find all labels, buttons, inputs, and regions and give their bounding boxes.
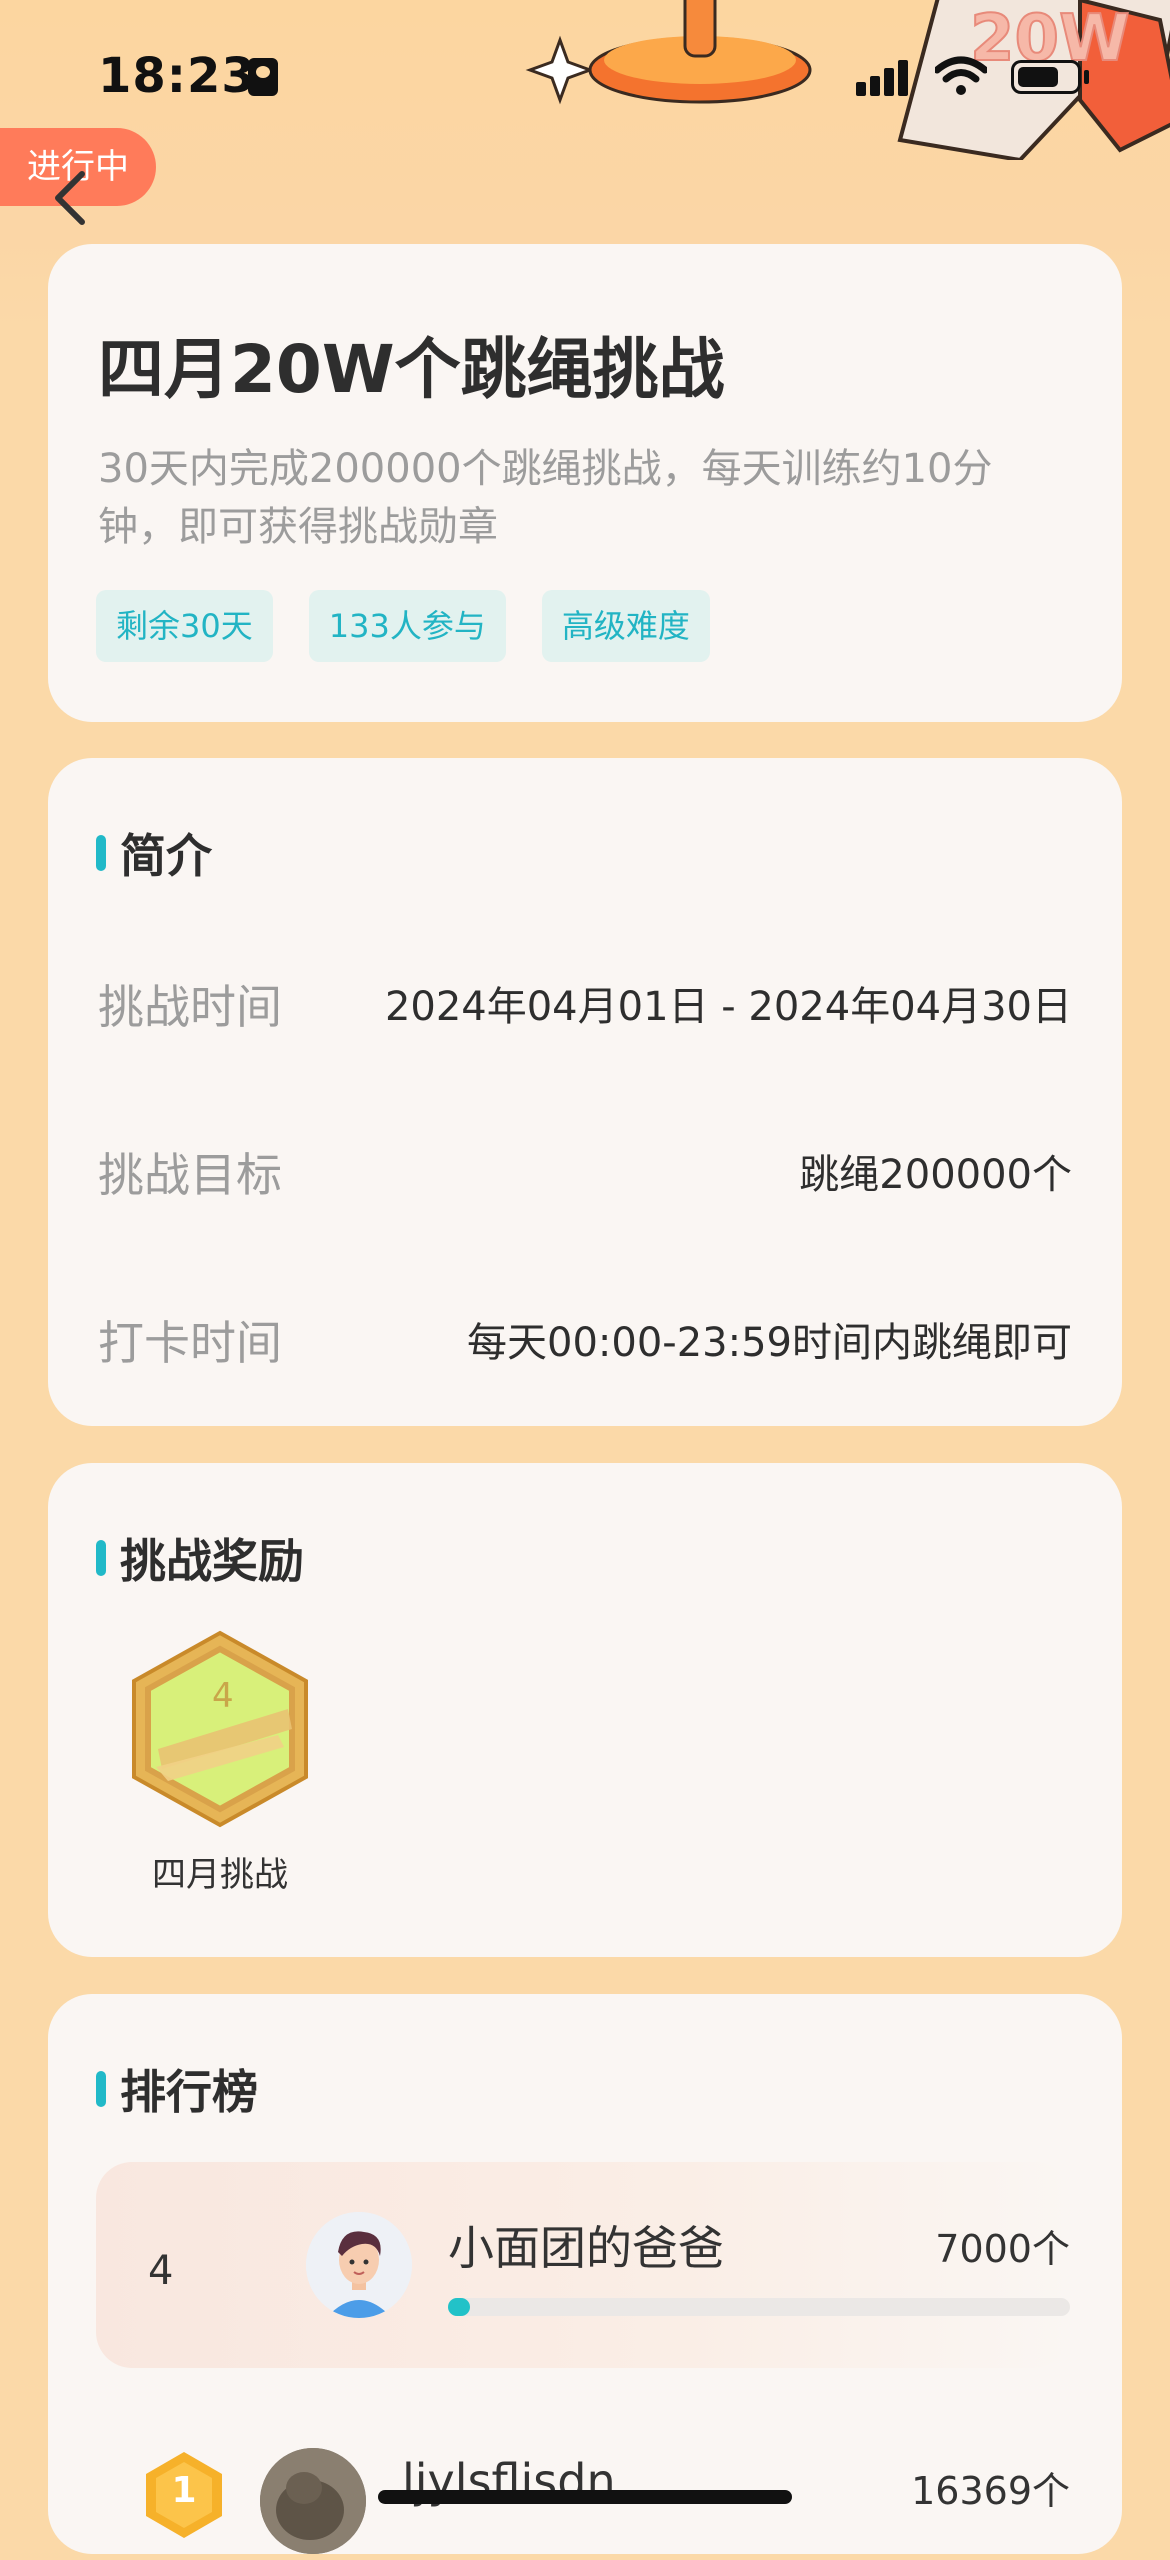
rewards-card: 挑战奖励 4 四月挑战: [48, 1463, 1122, 1957]
user-avatar-icon: [306, 2212, 412, 2318]
my-rank-row[interactable]: 4 小面团的爸爸 7000个: [96, 2162, 1070, 2368]
challenge-goal-row: 挑战目标 跳绳200000个: [98, 1140, 1072, 1210]
remaining-days-tag: 剩余30天: [96, 590, 273, 662]
leaderboard-card: 排行榜 4 小面团的爸爸 7000个 1 ljylsflisdn 16369个: [48, 1994, 1122, 2554]
medal-label: 四月挑战: [152, 1855, 288, 1895]
rewards-header: 挑战奖励: [96, 1525, 304, 1591]
challenge-title: 四月20W个跳绳挑战: [98, 331, 725, 408]
avatar[interactable]: [260, 2448, 366, 2554]
wifi-icon: [935, 56, 987, 95]
intro-header: 简介: [96, 820, 212, 886]
medal-icon[interactable]: 4: [128, 1629, 312, 1829]
signal-icon: [856, 58, 916, 96]
challenge-summary-card: 四月20W个跳绳挑战 30天内完成200000个跳绳挑战，每天训练约10分钟，即…: [48, 244, 1122, 722]
clock: 18:23: [98, 48, 256, 104]
rewards-section-title: 挑战奖励: [120, 1534, 304, 1588]
avatar[interactable]: [306, 2212, 412, 2318]
challenge-time-row: 挑战时间 2024年04月01日 - 2024年04月30日: [98, 972, 1072, 1042]
challenge-description: 30天内完成200000个跳绳挑战，每天训练约10分钟，即可获得挑战勋章: [98, 446, 993, 550]
row-value: 2024年04月01日 - 2024年04月30日: [384, 984, 1072, 1030]
svg-text:4: 4: [212, 1676, 234, 1716]
my-rank-name: 小面团的爸爸: [448, 2221, 724, 2275]
home-indicator: [378, 2490, 792, 2504]
section-accent-bar: [96, 2071, 106, 2107]
my-progress-bar: [448, 2298, 1070, 2316]
status-bar: 18:23: [0, 0, 1170, 150]
difficulty-tag: 高级难度: [541, 590, 710, 662]
participants-tag: 133人参与: [308, 590, 506, 662]
row-value: 跳绳200000个: [799, 1152, 1072, 1198]
row-label: 挑战时间: [98, 980, 282, 1034]
row-label: 打卡时间: [98, 1316, 282, 1370]
contact-card-icon: [248, 58, 278, 96]
intro-card: 简介 挑战时间 2024年04月01日 - 2024年04月30日 挑战目标 跳…: [48, 758, 1122, 1426]
row-label: 挑战目标: [98, 1148, 282, 1202]
my-rank-count: 7000个: [935, 2227, 1070, 2271]
user-avatar-icon: [260, 2448, 366, 2554]
my-progress-fill: [448, 2298, 470, 2316]
leaderboard-section-title: 排行榜: [120, 2065, 258, 2119]
entry-count: 16369个: [911, 2469, 1070, 2513]
battery-icon: [1011, 60, 1081, 94]
row-value: 每天00:00-23:59时间内跳绳即可: [467, 1320, 1072, 1366]
back-arrow-icon[interactable]: [50, 168, 90, 228]
my-rank-number: 4: [148, 2248, 174, 2294]
rank-number: 1: [171, 2470, 197, 2511]
table-row[interactable]: 1 ljylsflisdn 16369个: [96, 2448, 1070, 2560]
challenge-tags: 剩余30天 133人参与 高级难度: [96, 590, 710, 662]
section-accent-bar: [96, 835, 106, 871]
battery-tip: [1084, 70, 1089, 84]
checkin-time-row: 打卡时间 每天00:00-23:59时间内跳绳即可: [98, 1308, 1072, 1378]
intro-section-title: 简介: [120, 829, 212, 883]
leaderboard-header: 排行榜: [96, 2056, 258, 2122]
section-accent-bar: [96, 1540, 106, 1576]
